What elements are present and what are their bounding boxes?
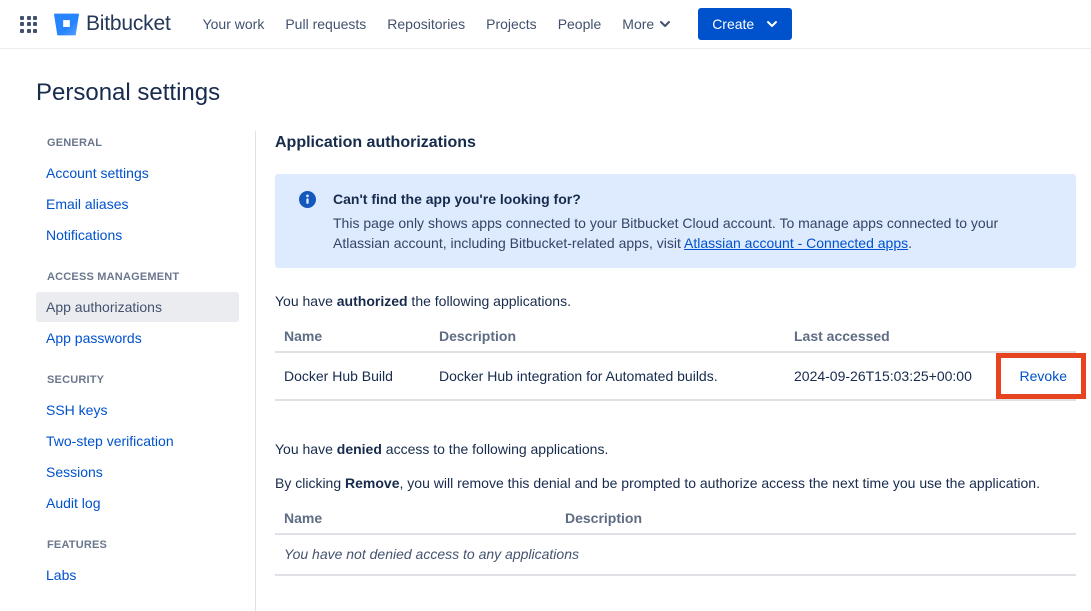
top-navigation-bar: Bitbucket Your work Pull requests Reposi… bbox=[0, 0, 1091, 49]
info-panel-body-end: . bbox=[908, 235, 912, 251]
sidebar-item-sessions[interactable]: Sessions bbox=[36, 457, 239, 487]
app-name-cell: Docker Hub Build bbox=[275, 352, 430, 400]
sidebar-section-security: SECURITY bbox=[36, 374, 239, 386]
column-header-name: Name bbox=[275, 323, 430, 352]
last-accessed-cell: 2024-09-26T15:03:25+00:00 bbox=[785, 352, 995, 400]
sidebar-item-audit-log[interactable]: Audit log bbox=[36, 488, 239, 518]
revoke-link[interactable]: Revoke bbox=[1020, 368, 1067, 384]
authorized-apps-table: Name Description Last accessed Docker Hu… bbox=[275, 323, 1076, 401]
sidebar-item-ssh-keys[interactable]: SSH keys bbox=[36, 395, 239, 425]
atlassian-connected-apps-link[interactable]: Atlassian account - Connected apps bbox=[684, 235, 908, 251]
table-row: Docker Hub Build Docker Hub integration … bbox=[275, 352, 1076, 400]
table-row: You have not denied access to any applic… bbox=[275, 534, 1076, 575]
create-button-label: Create bbox=[712, 16, 754, 32]
chevron-down-icon bbox=[766, 20, 778, 28]
nav-repositories[interactable]: Repositories bbox=[387, 16, 465, 32]
app-switcher-icon[interactable] bbox=[18, 14, 39, 35]
nav-more-label: More bbox=[622, 16, 654, 32]
settings-sidebar: GENERAL Account settings Email aliases N… bbox=[36, 131, 256, 611]
bitbucket-logo[interactable]: Bitbucket bbox=[54, 12, 171, 36]
nav-more[interactable]: More bbox=[622, 16, 671, 32]
denied-empty-state: You have not denied access to any applic… bbox=[275, 534, 1076, 575]
sidebar-item-account-settings[interactable]: Account settings bbox=[36, 158, 239, 188]
sidebar-section-features: FEATURES bbox=[36, 539, 239, 551]
nav-projects[interactable]: Projects bbox=[486, 16, 537, 32]
info-panel-title: Can't find the app you're looking for? bbox=[333, 189, 1033, 209]
bitbucket-logo-icon bbox=[54, 13, 79, 36]
bitbucket-logo-text: Bitbucket bbox=[86, 12, 171, 36]
nav-your-work[interactable]: Your work bbox=[203, 16, 265, 32]
column-header-name: Name bbox=[275, 505, 556, 534]
sidebar-item-app-passwords[interactable]: App passwords bbox=[36, 323, 239, 353]
nav-people[interactable]: People bbox=[558, 16, 602, 32]
sidebar-item-app-authorizations[interactable]: App authorizations bbox=[36, 292, 239, 322]
sidebar-item-labs[interactable]: Labs bbox=[36, 560, 239, 590]
chevron-down-icon bbox=[659, 20, 671, 28]
denied-apps-table: Name Description You have not denied acc… bbox=[275, 505, 1076, 576]
page-title: Personal settings bbox=[36, 79, 1091, 107]
column-header-description: Description bbox=[430, 323, 785, 352]
sidebar-item-notifications[interactable]: Notifications bbox=[36, 220, 239, 250]
column-header-description: Description bbox=[556, 505, 1076, 534]
main-nav: Your work Pull requests Repositories Pro… bbox=[203, 16, 672, 32]
main-content: Application authorizations Can't find th… bbox=[256, 131, 1091, 611]
column-header-last-accessed: Last accessed bbox=[785, 323, 995, 352]
info-icon bbox=[299, 191, 316, 253]
info-panel: Can't find the app you're looking for? T… bbox=[275, 174, 1076, 268]
app-description-cell: Docker Hub integration for Automated bui… bbox=[430, 352, 785, 400]
denied-note: By clicking Remove, you will remove this… bbox=[275, 475, 1076, 492]
info-panel-body: This page only shows apps connected to y… bbox=[333, 213, 1033, 253]
section-heading: Application authorizations bbox=[275, 131, 1076, 152]
sidebar-item-email-aliases[interactable]: Email aliases bbox=[36, 189, 239, 219]
sidebar-section-general: GENERAL bbox=[36, 137, 239, 149]
authorized-intro: You have authorized the following applic… bbox=[275, 293, 1076, 310]
sidebar-section-access-management: ACCESS MANAGEMENT bbox=[36, 271, 239, 283]
create-button[interactable]: Create bbox=[698, 8, 792, 40]
nav-pull-requests[interactable]: Pull requests bbox=[285, 16, 366, 32]
sidebar-item-two-step-verification[interactable]: Two-step verification bbox=[36, 426, 239, 456]
denied-intro: You have denied access to the following … bbox=[275, 441, 1076, 458]
